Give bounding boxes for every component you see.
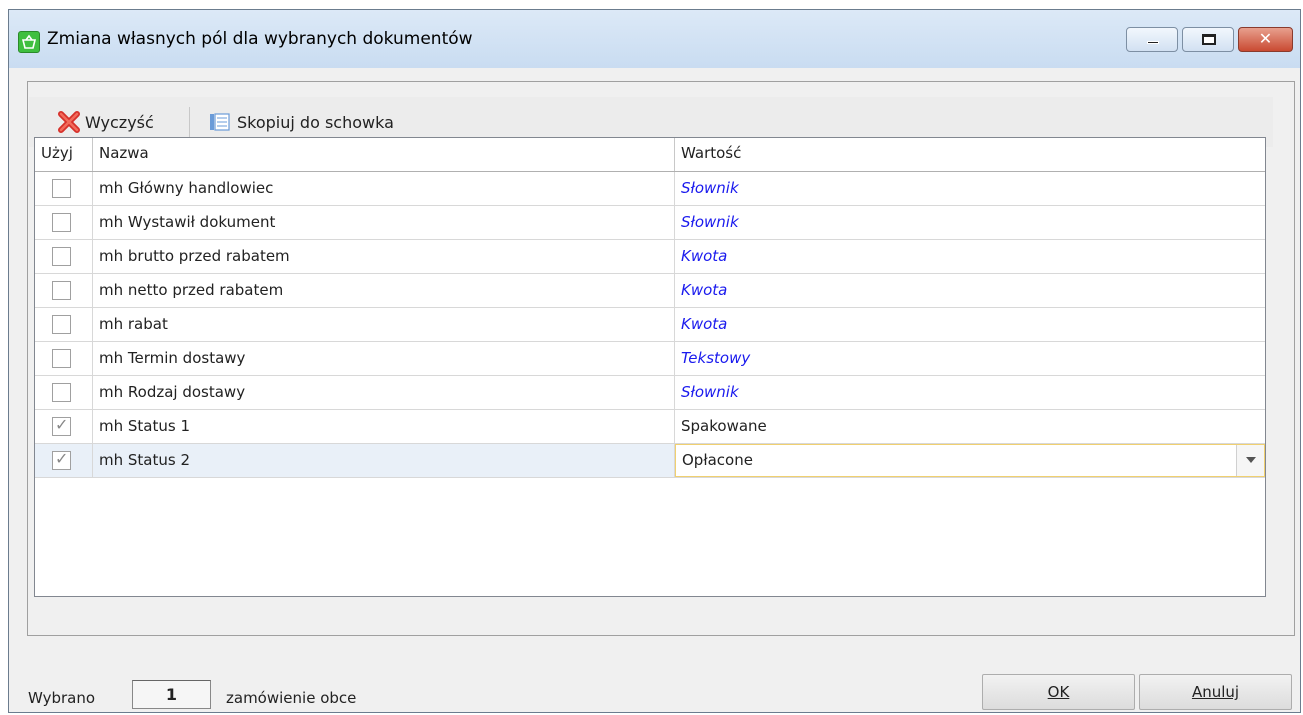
use-checkbox[interactable] [52,213,71,232]
use-cell [35,274,93,307]
ok-label: OK [1047,683,1070,701]
red-x-icon [58,111,80,133]
table-row[interactable]: mh brutto przed rabatem Kwota [35,240,1265,274]
table-row[interactable]: mh Główny handlowiec Słownik [35,172,1265,206]
title-bar[interactable]: Zmiana własnych pól dla wybranych dokume… [9,10,1300,68]
toolbar-separator [189,107,190,137]
field-name-cell: mh Wystawił dokument [93,206,675,239]
field-value-cell[interactable]: Kwota [675,308,1265,341]
table-row[interactable]: mh Termin dostawy Tekstowy [35,342,1265,376]
selected-suffix-label: zamówienie obce [226,689,357,707]
field-name-cell: mh rabat [93,308,675,341]
use-cell: ✓ [35,444,93,477]
checkmark-icon: ✓ [55,449,69,468]
cancel-button[interactable]: Anuluj [1139,674,1292,710]
dropdown-button[interactable] [1236,445,1264,476]
close-button[interactable]: ✕ [1238,27,1293,52]
use-checkbox[interactable]: ✓ [52,415,71,436]
use-cell [35,206,93,239]
use-cell [35,172,93,205]
grid-header: Użyj Nazwa Wartość [35,138,1265,172]
table-row[interactable]: mh Wystawił dokument Słownik [35,206,1265,240]
minimize-button[interactable] [1126,27,1178,52]
field-name-cell: mh Status 2 [93,444,675,477]
value-dropdown-text: Opłacone [682,451,753,469]
use-cell: ✓ [35,410,93,443]
cancel-label: Anuluj [1191,683,1240,701]
field-name-cell: mh Status 1 [93,410,675,443]
copy-label: Skopiuj do schowka [237,112,394,132]
field-value-cell[interactable]: Kwota [675,274,1265,307]
selected-count-box: 1 [132,680,211,709]
close-icon: ✕ [1258,29,1273,48]
use-checkbox[interactable] [52,281,71,300]
field-value-cell[interactable]: Kwota [675,240,1265,273]
field-name-cell: mh Główny handlowiec [93,172,675,205]
column-header-use[interactable]: Użyj [35,138,93,171]
field-name-cell: mh Termin dostawy [93,342,675,375]
use-checkbox[interactable]: ✓ [52,449,71,470]
table-row[interactable]: ✓ mh Status 1 Spakowane [35,410,1265,444]
window-title: Zmiana własnych pól dla wybranych dokume… [47,29,473,49]
custom-fields-grid[interactable]: Użyj Nazwa Wartość mh Główny handlowiec S… [34,137,1266,597]
table-row[interactable]: ✓ mh Status 2 Opłacone [35,444,1265,478]
use-cell [35,342,93,375]
table-row[interactable]: mh netto przed rabatem Kwota [35,274,1265,308]
use-cell [35,240,93,273]
field-name-cell: mh netto przed rabatem [93,274,675,307]
grid-rows: mh Główny handlowiec Słownik mh Wystawił d… [35,172,1265,478]
selected-prefix-label: Wybrano [28,689,96,707]
ok-button[interactable]: OK [982,674,1135,710]
maximize-icon [1202,34,1216,45]
field-name-cell: mh Rodzaj dostawy [93,376,675,409]
field-value-cell[interactable]: Słownik [675,206,1265,239]
field-name-cell: mh brutto przed rabatem [93,240,675,273]
maximize-button[interactable] [1182,27,1234,52]
column-header-name[interactable]: Nazwa [93,138,675,171]
checkmark-icon: ✓ [55,415,69,434]
field-value-cell[interactable]: Słownik [675,172,1265,205]
table-row[interactable]: mh rabat Kwota [35,308,1265,342]
column-header-value[interactable]: Wartość [675,138,1265,171]
app-basket-icon [18,31,40,53]
clear-button[interactable]: Wyczyść [57,110,154,134]
use-cell [35,376,93,409]
chevron-down-icon [1246,457,1256,463]
use-checkbox[interactable] [52,349,71,368]
copy-to-clipboard-button[interactable]: Skopiuj do schowka [207,110,394,134]
value-dropdown[interactable]: Opłacone [675,444,1265,477]
use-cell [35,308,93,341]
field-value-cell[interactable]: Tekstowy [675,342,1265,375]
use-checkbox[interactable] [52,179,71,198]
use-checkbox[interactable] [52,247,71,266]
field-value-cell[interactable]: Spakowane [675,410,1265,443]
table-row[interactable]: mh Rodzaj dostawy Słownik [35,376,1265,410]
use-checkbox[interactable] [52,315,71,334]
field-value-cell[interactable]: Słownik [675,376,1265,409]
clipboard-icon [210,113,230,131]
minimize-icon [1147,41,1159,44]
clear-label: Wyczyść [85,112,154,132]
use-checkbox[interactable] [52,383,71,402]
